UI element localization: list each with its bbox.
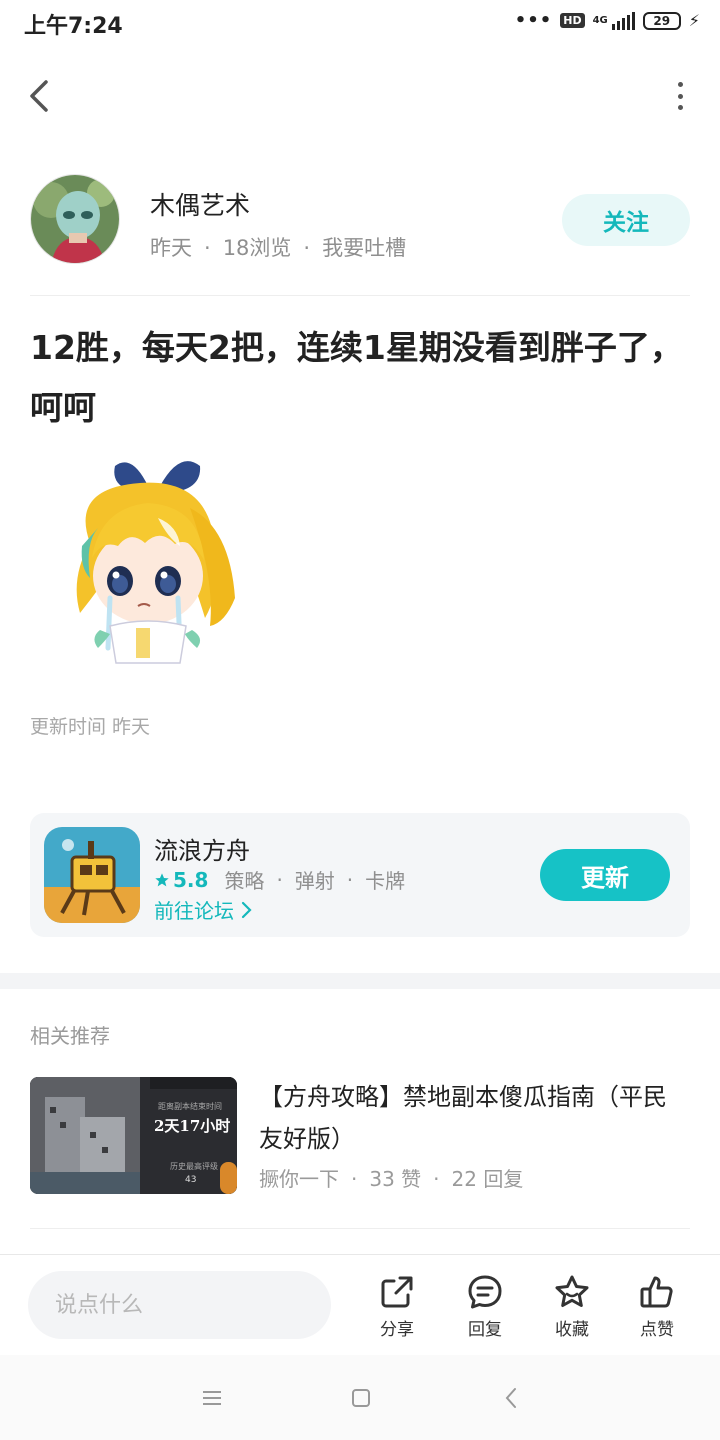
divider (30, 1228, 690, 1229)
thumbnail-caption: 距离副本结束时间 (158, 1102, 222, 1111)
update-button[interactable]: 更新 (540, 849, 670, 901)
thumbnail-number: 43 (185, 1175, 197, 1185)
share-label: 分享 (380, 1320, 414, 1340)
forum-link-label: 前往论坛 (154, 899, 234, 923)
back-button[interactable] (24, 74, 64, 118)
favorite-button[interactable]: 收藏 (537, 1273, 607, 1340)
comment-bubble-icon (468, 1275, 502, 1309)
signal-icon (611, 11, 635, 30)
thumbnail-caption: 历史最高评级 (170, 1162, 218, 1171)
author-name[interactable]: 木偶艺术 (150, 186, 250, 222)
like-label: 点赞 (640, 1320, 674, 1340)
avatar-image (31, 175, 119, 263)
status-time: 上午7:24 (24, 14, 123, 39)
more-options-button[interactable] (674, 82, 686, 110)
game-name[interactable]: 流浪方舟 (154, 831, 250, 866)
reply-label: 回复 (468, 1320, 502, 1340)
sticker-graphic (76, 461, 235, 664)
network-type: 4G (592, 15, 608, 26)
back-nav-icon[interactable] (497, 1383, 527, 1413)
bottom-action-bar: 分享 回复 收藏 点赞 (0, 1254, 720, 1354)
star-icon (555, 1275, 589, 1307)
game-tag: 弹射 (294, 869, 335, 893)
section-divider (0, 973, 720, 989)
game-tag: 策略 (224, 869, 265, 893)
battery-icon: 29 (642, 11, 681, 30)
comment-input[interactable] (28, 1271, 331, 1339)
notification-dots-icon: ••• (514, 10, 553, 31)
recommend-likes: 33 赞 (369, 1167, 422, 1191)
favorite-label: 收藏 (555, 1320, 589, 1340)
recommend-meta: 撅你一下 · 33 赞 · 22 回复 (259, 1167, 524, 1191)
game-rating: 5.8 (154, 868, 208, 892)
chevron-right-icon (241, 901, 252, 918)
star-filled-icon (155, 872, 169, 886)
game-tag: 卡牌 (365, 869, 406, 893)
share-icon (381, 1276, 413, 1308)
reply-button[interactable]: 回复 (450, 1273, 520, 1340)
post-date: 昨天 (150, 236, 192, 260)
forum-link[interactable]: 前往论坛 (154, 895, 252, 924)
status-icons: ••• HD 4G 29 ⚡ (515, 10, 700, 31)
recommend-author: 撅你一下 (259, 1167, 339, 1191)
author-meta: 昨天 · 18浏览 · 我要吐槽 (150, 236, 407, 260)
game-icon[interactable] (44, 827, 140, 923)
recommend-title[interactable]: 【方舟攻略】禁地副本傻瓜指南（平民友好版） (259, 1076, 689, 1160)
rating-value: 5.8 (173, 867, 209, 892)
update-time: 更新时间 昨天 (30, 716, 151, 738)
home-icon[interactable] (346, 1383, 376, 1413)
system-nav-bar (0, 1355, 720, 1440)
avatar[interactable] (30, 174, 120, 264)
complain-link[interactable]: 我要吐槽 (322, 236, 406, 260)
divider (30, 295, 690, 296)
hd-badge: HD (560, 13, 585, 28)
share-button[interactable]: 分享 (362, 1273, 432, 1340)
thumbnail-text: 2天17小时 (154, 1117, 231, 1135)
thumbs-up-icon (640, 1276, 673, 1308)
game-card[interactable]: 流浪方舟 5.8 策略 · 弹射 · 卡牌 前往论坛 更新 (30, 813, 690, 937)
follow-button[interactable]: 关注 (562, 194, 690, 246)
game-icon-image (44, 827, 140, 923)
recommend-thumbnail[interactable]: 距离副本结束时间 2天17小时 历史最高评级 43 (30, 1077, 237, 1194)
view-count: 18浏览 (222, 236, 292, 260)
related-section-title: 相关推荐 (30, 1024, 110, 1048)
chevron-left-icon (30, 80, 48, 112)
game-meta: 5.8 策略 · 弹射 · 卡牌 (154, 865, 405, 894)
charging-icon: ⚡ (688, 11, 700, 30)
sticker-image[interactable] (40, 448, 260, 678)
recommend-replies: 22 回复 (451, 1167, 524, 1191)
like-button[interactable]: 点赞 (622, 1273, 692, 1340)
menu-icon[interactable] (197, 1383, 227, 1413)
post-title: 12胜，每天2把，连续1星期没看到胖子了，呵呵 (30, 328, 683, 427)
